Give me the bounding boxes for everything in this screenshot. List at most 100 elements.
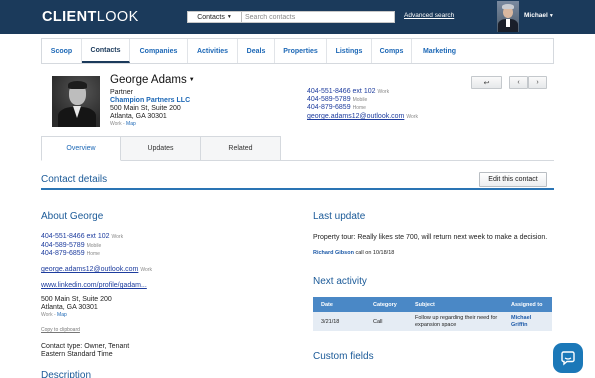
linkedin-link[interactable]: www.linkedin.com/profile/gadam... xyxy=(41,282,147,289)
nav-item-scoop[interactable]: Scoop xyxy=(42,39,82,63)
contact-address-line2: Atlanta, GA 30301 xyxy=(110,113,167,120)
last-update-heading: Last update xyxy=(313,211,366,222)
phone-number: 404-879-6859 xyxy=(307,104,351,111)
nav-item-marketing[interactable]: Marketing xyxy=(412,39,467,63)
nav-item-contacts[interactable]: Contacts xyxy=(82,39,130,63)
column-header-date[interactable]: Date xyxy=(313,297,365,312)
edit-contact-button[interactable]: Edit this contact xyxy=(479,172,547,187)
last-update-author-link[interactable]: Richard Gibson xyxy=(313,250,354,256)
search-bar: Contacts ▼ xyxy=(187,11,395,23)
activity-category: Call xyxy=(365,312,407,331)
chevron-down-icon: ▼ xyxy=(226,14,232,20)
phone-tag: Home xyxy=(86,251,100,257)
last-update-text: Property tour: Really likes ste 700, wil… xyxy=(313,234,548,241)
phone-tag: Mobile xyxy=(86,243,102,249)
next-contact-button[interactable]: › xyxy=(528,76,547,89)
phone-tag: Work xyxy=(377,89,390,95)
section-divider xyxy=(41,188,554,190)
user-menu[interactable]: Michael▼ xyxy=(524,12,554,19)
copy-to-clipboard-link[interactable]: Copy to clipboard xyxy=(41,327,80,333)
caret-down-icon: ▼ xyxy=(188,77,195,83)
map-link[interactable]: Map xyxy=(57,312,67,318)
phone-tag: Mobile xyxy=(352,97,368,103)
nav-item-properties[interactable]: Properties xyxy=(275,39,327,63)
about-heading: About George xyxy=(41,211,104,222)
about-phone-work[interactable]: 404-551-8466 ext 102 Work xyxy=(41,233,123,240)
contact-details-heading: Contact details xyxy=(41,174,108,185)
chevron-down-icon: ▼ xyxy=(548,13,554,19)
activity-assigned-link[interactable]: Michael Griffin xyxy=(503,312,552,331)
contact-type: Contact type: Owner, Tenant xyxy=(41,343,130,350)
address-tag-text: Work xyxy=(110,121,122,127)
app-logo[interactable]: CLIENTLOOK xyxy=(42,9,139,25)
next-activity-heading: Next activity xyxy=(313,276,367,287)
phone-tag: Home xyxy=(352,105,366,111)
column-header-subject[interactable]: Subject xyxy=(407,297,503,312)
phone-number: 404-589-5789 xyxy=(41,242,85,249)
nav-item-deals[interactable]: Deals xyxy=(238,39,275,63)
contact-name[interactable]: George Adams ▼ xyxy=(110,74,195,86)
column-header-assigned[interactable]: Assigned to xyxy=(503,297,552,312)
contact-company-link[interactable]: Champion Partners LLC xyxy=(110,97,190,104)
activity-subject: Follow up regarding their need for expan… xyxy=(407,312,503,331)
chat-bubble-icon xyxy=(561,351,575,366)
phone-number: 404-879-6859 xyxy=(41,250,85,257)
nav-item-listings[interactable]: Listings xyxy=(327,39,372,63)
logo-light-text: LOOK xyxy=(96,9,139,25)
last-update-meta: Richard Gibson call on 10/18/18 xyxy=(313,250,394,256)
custom-fields-heading: Custom fields xyxy=(313,351,374,362)
top-header: CLIENTLOOK Contacts ▼ Advanced search Mi… xyxy=(0,0,595,34)
about-address-line2: Atlanta, GA 30301 xyxy=(41,304,98,311)
about-address-line1: 500 Main St, Suite 200 xyxy=(41,296,112,303)
table-header-row: Date Category Subject Assigned to xyxy=(313,297,552,312)
timezone: Eastern Standard Time xyxy=(41,351,113,358)
header-phone-home[interactable]: 404-879-6859 Home xyxy=(307,104,366,111)
chevron-left-icon: ‹ xyxy=(517,79,520,86)
search-scope-label: Contacts xyxy=(197,13,225,21)
user-avatar[interactable] xyxy=(497,1,519,32)
user-name-label: Michael xyxy=(524,12,548,19)
next-activity-table: Date Category Subject Assigned to 3/21/1… xyxy=(313,297,552,331)
nav-item-companies[interactable]: Companies xyxy=(130,39,188,63)
chat-button[interactable] xyxy=(553,343,583,373)
linkedin-url: www.linkedin.com/profile/gadam... xyxy=(41,282,147,289)
email-address: george.adams12@outlook.com xyxy=(307,113,405,120)
about-phone-home[interactable]: 404-879-6859 Home xyxy=(41,250,100,257)
contact-tabs: Overview Updates Related xyxy=(41,136,281,161)
map-link[interactable]: Map xyxy=(126,121,136,127)
about-phone-mobile[interactable]: 404-589-5789 Mobile xyxy=(41,242,101,249)
tab-overview[interactable]: Overview xyxy=(41,136,121,161)
phone-number: 404-589-5789 xyxy=(307,96,351,103)
address-tag: Work - Map xyxy=(110,121,136,127)
back-button[interactable]: ↩ xyxy=(471,76,502,89)
header-email[interactable]: george.adams12@outlook.com Work xyxy=(307,113,418,120)
chevron-right-icon: › xyxy=(536,79,539,86)
phone-number: 404-551-8466 ext 102 xyxy=(41,233,110,240)
contact-photo xyxy=(52,76,100,127)
phone-tag: Work xyxy=(111,234,124,240)
nav-item-activities[interactable]: Activities xyxy=(188,39,238,63)
search-scope-select[interactable]: Contacts ▼ xyxy=(188,12,242,22)
header-phone-work[interactable]: 404-551-8466 ext 102 Work xyxy=(307,88,389,95)
email-address: george.adams12@outlook.com xyxy=(41,266,139,273)
nav-item-comps[interactable]: Comps xyxy=(372,39,412,63)
tab-updates[interactable]: Updates xyxy=(121,136,201,161)
tab-related[interactable]: Related xyxy=(201,136,281,161)
about-email[interactable]: george.adams12@outlook.com Work xyxy=(41,266,152,273)
email-tag: Work xyxy=(140,267,152,273)
table-row[interactable]: 3/21/18 Call Follow up regarding their n… xyxy=(313,312,552,331)
previous-contact-button[interactable]: ‹ xyxy=(509,76,528,89)
header-phone-mobile[interactable]: 404-589-5789 Mobile xyxy=(307,96,367,103)
logo-bold-text: CLIENT xyxy=(42,9,97,25)
last-update-date: call on 10/18/18 xyxy=(353,250,395,256)
reply-arrow-icon: ↩ xyxy=(483,79,490,87)
contact-title: Partner xyxy=(110,89,133,96)
address-tag-text: Work xyxy=(41,312,53,318)
main-nav: Scoop Contacts Companies Activities Deal… xyxy=(41,38,554,64)
contact-name-text: George Adams xyxy=(110,74,187,86)
email-tag: Work xyxy=(406,114,418,120)
advanced-search-link[interactable]: Advanced search xyxy=(404,12,454,19)
column-header-category[interactable]: Category xyxy=(365,297,407,312)
activity-date: 3/21/18 xyxy=(313,312,365,331)
search-input[interactable] xyxy=(242,12,394,22)
